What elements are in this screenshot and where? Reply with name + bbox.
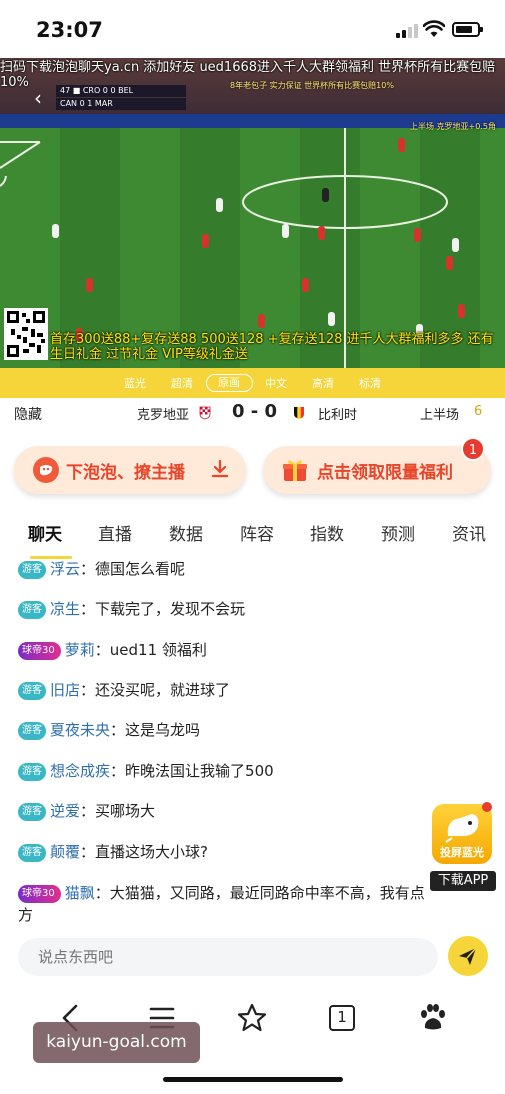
away-team-name: 比利时 [318, 408, 358, 423]
match-score: 0 - 0 [232, 401, 278, 422]
quality-option[interactable]: 超清 [159, 375, 206, 391]
download-app-caption[interactable]: 下载APP [430, 871, 496, 891]
guest-tag: 游客 [18, 763, 46, 781]
chat-text: 这是乌龙吗 [125, 721, 201, 739]
match-period: 上半场 [420, 408, 460, 423]
scorebug-line-2: CAN 0 1 MAR [56, 98, 186, 110]
content-tabs: 聊天 直播 数据 阵容 指数 预测 资讯 [0, 516, 505, 552]
home-team-name: 克罗地亚 [137, 408, 190, 423]
tab-odds[interactable]: 指数 [310, 520, 344, 545]
home-indicator[interactable] [163, 1077, 343, 1082]
video-promo-right: 上半场 克罗地亚+0.5角 [410, 122, 496, 131]
chat-input[interactable] [18, 938, 438, 976]
chat-message: 游客 颠覆：直播这场大小球? [18, 841, 488, 863]
send-icon [459, 947, 477, 965]
match-info-row: 隐藏 克罗地亚 0 - 0 比利时 上半场 6 [0, 398, 505, 430]
tab-chat[interactable]: 聊天 [28, 520, 62, 545]
chat-message: 游客 想念成疾：昨晚法国让我输了500 [18, 760, 488, 782]
guest-tag: 游客 [18, 722, 46, 740]
chat-input-bar [0, 930, 505, 984]
guest-tag: 游客 [18, 601, 46, 619]
video-bottom-promo: 首存300送88+复存送88 500送128 +复存送128 进千人大群福利多多… [50, 332, 494, 362]
croatia-flag-icon [199, 406, 211, 420]
page: 23:07 扫码下载泡泡聊天ya.cn 添加好友 ued1668进入千人大群领福… [0, 0, 505, 1094]
status-time: 23:07 [36, 18, 103, 42]
chat-message: 游客 旧店：还没买呢，就进球了 [18, 679, 488, 701]
video-player[interactable]: 扫码下载泡泡聊天ya.cn 添加好友 ued1668进入千人大群领福利 世界杯所… [0, 58, 505, 368]
match-minute: 6 [474, 404, 483, 419]
notification-badge: 1 [461, 437, 485, 461]
tab-prediction[interactable]: 预测 [381, 520, 415, 545]
chat-message: 球帝30 猫飘：大猫猫，又同路，最近同路命中率不高，我有点方 [18, 884, 425, 924]
chat-message: 球帝30 萝莉：ued11 领福利 [18, 639, 488, 661]
download-app-label: 下泡泡、撩主播 [66, 463, 185, 483]
chat-text: 买哪场大 [95, 802, 156, 820]
site-watermark: kaiyun-goal.com [33, 1022, 200, 1063]
download-icon [211, 459, 229, 478]
floating-app-label: 投屏蓝光 [440, 846, 484, 859]
star-icon[interactable] [232, 998, 272, 1038]
chat-text: ued11 领福利 [109, 641, 207, 659]
chat-text: 直播这场大小球? [95, 843, 208, 861]
chat-message: 游客 逆爱：买哪场大 [18, 800, 488, 822]
tab-data[interactable]: 数据 [169, 520, 203, 545]
tabs-count-icon[interactable]: 1 [322, 998, 362, 1038]
quality-option[interactable]: 中文 [253, 375, 300, 391]
hide-button[interactable]: 隐藏 [14, 404, 42, 424]
chat-bubble-icon [33, 457, 59, 483]
chat-text: 还没买呢，就进球了 [95, 681, 231, 699]
wifi-icon [423, 20, 445, 37]
belgium-flag-icon [294, 407, 304, 419]
chat-username[interactable]: 夏夜未央 [50, 721, 110, 739]
chat-username[interactable]: 浮云 [50, 560, 80, 578]
claim-gift-button[interactable]: 点击领取限量福利 [263, 446, 491, 494]
quality-option[interactable]: 高清 [300, 375, 347, 391]
quality-selector-bar: 蓝光 超清 原画 中文 高清 标清 [0, 368, 505, 398]
chat-text: 昨晚法国让我输了500 [125, 762, 274, 780]
guest-tag: 游客 [18, 844, 46, 862]
chat-username[interactable]: 凉生 [50, 600, 80, 618]
chat-text: 下载完了，发现不会玩 [95, 600, 246, 618]
tab-live[interactable]: 直播 [98, 520, 132, 545]
scorebug-line-1: 47 ■ CRO 0 0 BEL [56, 85, 186, 97]
chat-username[interactable]: 想念成疾 [50, 762, 110, 780]
floating-app-button[interactable]: 投屏蓝光 [432, 804, 492, 864]
tab-lineup[interactable]: 阵容 [240, 520, 274, 545]
quality-option[interactable]: 标清 [347, 375, 394, 391]
guest-tag: 游客 [18, 682, 46, 700]
claim-gift-label: 点击领取限量福利 [317, 463, 453, 483]
floating-app-dot [482, 802, 492, 812]
back-arrow-icon[interactable]: ‹ [34, 86, 42, 110]
chat-username[interactable]: 颠覆 [50, 843, 80, 861]
cast-dog-icon [445, 814, 479, 843]
chat-username[interactable]: 萝莉 [65, 641, 95, 659]
chat-text: 德国怎么看呢 [95, 560, 186, 578]
tab-count: 1 [329, 1005, 355, 1031]
guest-tag: 游客 [18, 803, 46, 821]
status-bar: 23:07 [0, 0, 505, 58]
chat-username[interactable]: 旧店 [50, 681, 80, 699]
chat-username[interactable]: 猫飘 [65, 884, 95, 902]
video-promo-small: 8年老包子 实力保证 世界杯所有比赛包赔10% [230, 81, 394, 90]
cellular-signal-icon [396, 24, 420, 38]
tab-news[interactable]: 资讯 [452, 520, 486, 545]
tv-scorebug: 47 ■ CRO 0 0 BEL CAN 0 1 MAR [56, 85, 186, 111]
download-app-button[interactable]: 下泡泡、撩主播 [14, 446, 246, 494]
qr-code [4, 308, 48, 360]
chat-message: 游客 夏夜未央：这是乌龙吗 [18, 719, 488, 741]
guest-tag: 游客 [18, 561, 46, 579]
quality-option-selected[interactable]: 原画 [205, 374, 253, 392]
paw-icon[interactable] [412, 998, 452, 1038]
quality-option[interactable]: 蓝光 [112, 375, 159, 391]
vip-tag: 球帝30 [18, 642, 61, 660]
battery-icon [452, 22, 483, 37]
chat-message: 游客 浮云：德国怎么看呢 [18, 558, 488, 580]
chat-message: 游客 凉生：下载完了，发现不会玩 [18, 598, 488, 620]
vip-tag: 球帝30 [18, 885, 61, 903]
send-button[interactable] [448, 936, 488, 976]
gift-icon [283, 460, 307, 481]
chat-username[interactable]: 逆爱 [50, 802, 80, 820]
